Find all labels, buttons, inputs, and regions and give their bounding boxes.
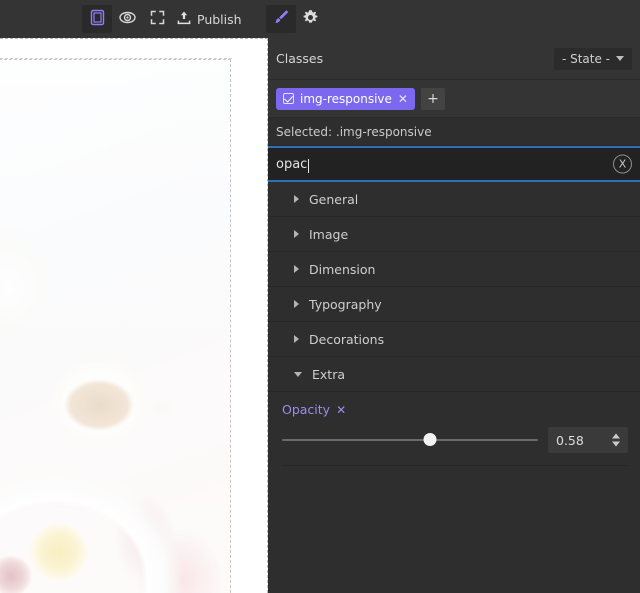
checkbox-checked-icon[interactable] xyxy=(283,93,294,104)
class-tag-label: img-responsive xyxy=(300,91,392,106)
add-class-button[interactable]: + xyxy=(420,87,445,110)
device-frame-icon xyxy=(89,9,106,30)
sector-general[interactable]: General xyxy=(268,182,640,217)
toolbar-view-buttons xyxy=(82,5,172,33)
slider-thumb[interactable] xyxy=(423,433,437,446)
device-frame-button[interactable] xyxy=(82,5,112,33)
upload-icon xyxy=(176,10,192,29)
publish-label: Publish xyxy=(197,11,242,27)
opacity-value: 0.58 xyxy=(556,432,584,448)
stepper-down-icon[interactable] xyxy=(612,441,620,447)
chevron-right-icon xyxy=(294,230,299,238)
editor-canvas[interactable] xyxy=(0,38,268,593)
chevron-right-icon xyxy=(294,335,299,343)
preview-eye-icon xyxy=(118,9,137,30)
chevron-down-icon xyxy=(616,56,624,61)
image-opacity-overlay xyxy=(0,60,230,593)
sector-label: Image xyxy=(309,226,349,242)
chevron-right-icon xyxy=(294,300,299,308)
clear-opacity-button[interactable]: ✕ xyxy=(336,404,346,416)
opacity-stepper[interactable] xyxy=(612,433,620,447)
stepper-up-icon[interactable] xyxy=(612,433,620,439)
publish-button[interactable]: Publish xyxy=(172,5,248,33)
fullscreen-button[interactable] xyxy=(142,5,172,33)
top-toolbar: Publish xyxy=(0,0,640,38)
class-tag-img-responsive[interactable]: img-responsive ✕ xyxy=(276,87,415,110)
opacity-label: Opacity xyxy=(282,402,331,417)
paintbrush-icon xyxy=(272,8,290,30)
gear-icon xyxy=(302,9,319,30)
classes-header-row: Classes - State - xyxy=(268,38,640,80)
sector-label: Extra xyxy=(312,366,345,382)
opacity-number-field[interactable]: 0.58 xyxy=(548,427,628,453)
sector-label: Decorations xyxy=(309,331,385,347)
selected-image-element[interactable] xyxy=(0,59,231,593)
state-dropdown-label: - State - xyxy=(561,51,610,66)
close-icon[interactable]: ✕ xyxy=(398,93,408,105)
selected-target-row: Selected: .img-responsive xyxy=(268,118,640,146)
toolbar-left-spacer xyxy=(0,19,82,20)
state-dropdown[interactable]: - State - xyxy=(553,47,632,70)
sector-typography[interactable]: Typography xyxy=(268,287,640,322)
opacity-slider[interactable] xyxy=(282,431,538,449)
property-divider xyxy=(282,465,628,466)
chevron-down-icon xyxy=(294,371,302,377)
settings-button[interactable] xyxy=(296,5,326,33)
clear-search-button[interactable]: X xyxy=(613,154,632,174)
property-search-row[interactable]: X xyxy=(268,146,640,182)
sector-list: General Image Dimension Typography Decor… xyxy=(268,182,640,392)
slider-track xyxy=(282,439,538,441)
chevron-right-icon xyxy=(294,195,299,203)
fullscreen-icon xyxy=(149,9,166,30)
selected-target-label: Selected: .img-responsive xyxy=(276,124,432,139)
class-tags-row: img-responsive ✕ + xyxy=(268,80,640,118)
sector-label: Dimension xyxy=(309,261,376,277)
opacity-property-block: Opacity ✕ 0.58 xyxy=(268,392,640,466)
sector-label: Typography xyxy=(309,296,382,312)
opacity-label-row: Opacity ✕ xyxy=(282,402,628,417)
sector-decorations[interactable]: Decorations xyxy=(268,322,640,357)
style-manager-panel: Classes - State - img-responsive ✕ + Sel… xyxy=(268,38,640,593)
sector-label: General xyxy=(309,191,359,207)
preview-button[interactable] xyxy=(112,5,142,33)
chevron-right-icon xyxy=(294,265,299,273)
search-input[interactable] xyxy=(276,156,576,172)
opacity-control-row: 0.58 xyxy=(282,427,628,453)
text-cursor xyxy=(308,159,309,173)
canvas-page-frame xyxy=(0,38,268,593)
classes-label: Classes xyxy=(276,51,324,66)
style-manager-button[interactable] xyxy=(265,5,296,33)
sector-dimension[interactable]: Dimension xyxy=(268,252,640,287)
sector-extra[interactable]: Extra xyxy=(268,357,640,392)
sector-image[interactable]: Image xyxy=(268,217,640,252)
